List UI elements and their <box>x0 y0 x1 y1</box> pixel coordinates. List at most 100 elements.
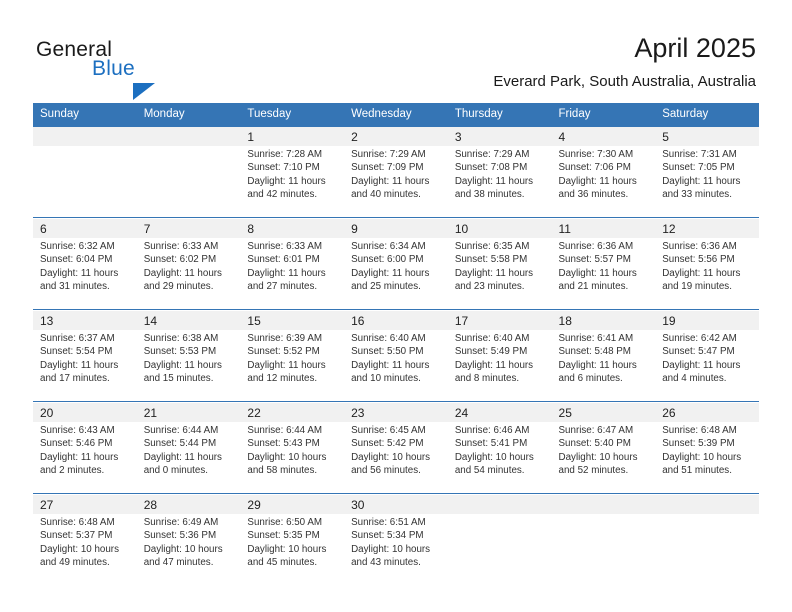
sunrise-text: Sunrise: 6:33 AM <box>143 241 219 252</box>
daylight-text-line1: Daylight: 11 hours <box>558 267 637 279</box>
sunrise-text: Sunrise: 6:33 AM <box>247 241 323 252</box>
day-number: 4 <box>551 127 656 146</box>
day-number <box>447 495 552 514</box>
day-cell[interactable]: Sunrise: 6:42 AM Sunset: 5:47 PM Dayligh… <box>655 330 759 402</box>
sunrise-text: Sunrise: 6:45 AM <box>351 425 426 436</box>
day-cell[interactable]: Sunrise: 6:40 AM Sunset: 5:49 PM Dayligh… <box>447 330 552 402</box>
sunrise-text: Sunrise: 6:48 AM <box>662 425 737 436</box>
day-cell[interactable]: Sunrise: 6:37 AM Sunset: 5:54 PM Dayligh… <box>33 330 137 402</box>
day-cell[interactable]: Sunrise: 6:48 AM Sunset: 5:37 PM Dayligh… <box>33 514 137 585</box>
day-cell[interactable]: Sunrise: 6:38 AM Sunset: 5:53 PM Dayligh… <box>136 330 241 402</box>
daylight-text-line2: and 12 minutes. <box>247 372 318 384</box>
day-number: 21 <box>136 403 241 422</box>
day-cell[interactable]: Sunrise: 7:29 AM Sunset: 7:08 PM Dayligh… <box>447 146 552 218</box>
day-cell[interactable]: Sunrise: 6:50 AM Sunset: 5:35 PM Dayligh… <box>240 514 345 585</box>
page-title: April 2025 <box>634 33 756 63</box>
day-cell[interactable]: Sunrise: 6:45 AM Sunset: 5:42 PM Dayligh… <box>344 422 448 494</box>
daylight-text-line1: Daylight: 10 hours <box>558 451 638 463</box>
daylight-text-line2: and 52 minutes. <box>558 464 629 476</box>
daylight-text-line2: and 31 minutes. <box>40 280 110 292</box>
day-cell[interactable]: Sunrise: 6:47 AM Sunset: 5:40 PM Dayligh… <box>551 422 656 494</box>
daylight-text-line1: Daylight: 11 hours <box>143 267 222 279</box>
day-number: 1 <box>240 127 345 146</box>
day-cell[interactable]: Sunrise: 6:43 AM Sunset: 5:46 PM Dayligh… <box>33 422 137 494</box>
sunrise-text: Sunrise: 7:28 AM <box>247 149 323 160</box>
daylight-text-line2: and 15 minutes. <box>143 372 214 384</box>
day-cell[interactable]: Sunrise: 6:34 AM Sunset: 6:00 PM Dayligh… <box>344 238 448 310</box>
day-cell[interactable]: Sunrise: 6:39 AM Sunset: 5:52 PM Dayligh… <box>240 330 345 402</box>
daylight-text-line1: Daylight: 11 hours <box>662 175 741 187</box>
day-cell[interactable] <box>551 514 656 585</box>
daylight-text-line1: Daylight: 10 hours <box>662 451 742 463</box>
daylight-text-line2: and 4 minutes. <box>662 372 727 384</box>
day-cell[interactable]: Sunrise: 6:33 AM Sunset: 6:02 PM Dayligh… <box>136 238 241 310</box>
day-number: 14 <box>136 311 241 330</box>
page-subtitle: Everard Park, South Australia, Australia <box>493 73 756 90</box>
day-cell[interactable]: Sunrise: 6:49 AM Sunset: 5:36 PM Dayligh… <box>136 514 241 585</box>
day-cell[interactable]: Sunrise: 6:33 AM Sunset: 6:01 PM Dayligh… <box>240 238 345 310</box>
day-cell[interactable]: Sunrise: 6:44 AM Sunset: 5:43 PM Dayligh… <box>240 422 345 494</box>
day-cell[interactable] <box>447 514 552 585</box>
week-2-detail-row: Sunrise: 6:32 AM Sunset: 6:04 PM Dayligh… <box>33 238 759 310</box>
daylight-text-line2: and 27 minutes. <box>247 280 318 292</box>
daylight-text-line1: Daylight: 10 hours <box>454 451 534 463</box>
sunset-text: Sunset: 6:04 PM <box>40 254 113 266</box>
day-cell[interactable]: Sunrise: 6:32 AM Sunset: 6:04 PM Dayligh… <box>33 238 137 310</box>
day-cell[interactable]: Sunrise: 6:36 AM Sunset: 5:56 PM Dayligh… <box>655 238 759 310</box>
daylight-text-line2: and 25 minutes. <box>351 280 421 292</box>
day-number <box>33 127 137 146</box>
day-number: 25 <box>551 403 656 422</box>
daylight-text-line2: and 8 minutes. <box>454 372 520 384</box>
day-cell[interactable]: Sunrise: 6:40 AM Sunset: 5:50 PM Dayligh… <box>344 330 448 402</box>
day-cell[interactable]: Sunrise: 7:28 AM Sunset: 7:10 PM Dayligh… <box>240 146 345 218</box>
daylight-text-line1: Daylight: 11 hours <box>143 359 222 371</box>
day-cell[interactable]: Sunrise: 6:36 AM Sunset: 5:57 PM Dayligh… <box>551 238 656 310</box>
sunrise-text: Sunrise: 6:49 AM <box>143 517 219 528</box>
day-cell[interactable]: Sunrise: 7:29 AM Sunset: 7:09 PM Dayligh… <box>344 146 448 218</box>
sunset-text: Sunset: 5:50 PM <box>351 346 424 358</box>
week-5-daynumber-row: 27 28 29 30 <box>33 495 759 514</box>
sunrise-text: Sunrise: 6:34 AM <box>351 241 426 252</box>
day-cell[interactable] <box>136 146 241 218</box>
week-3-daynumber-row: 13 14 15 16 17 18 19 <box>33 311 759 330</box>
day-cell[interactable]: Sunrise: 6:44 AM Sunset: 5:44 PM Dayligh… <box>136 422 241 494</box>
daylight-text-line2: and 58 minutes. <box>247 464 318 476</box>
daylight-text-line2: and 38 minutes. <box>454 188 525 200</box>
sunrise-text: Sunrise: 6:41 AM <box>558 333 634 344</box>
day-number: 24 <box>447 403 552 422</box>
day-number: 30 <box>344 495 448 514</box>
daylight-text-line1: Daylight: 11 hours <box>143 451 222 463</box>
day-number: 23 <box>344 403 448 422</box>
daylight-text-line1: Daylight: 10 hours <box>351 451 431 463</box>
daylight-text-line2: and 40 minutes. <box>351 188 421 200</box>
sunset-text: Sunset: 5:39 PM <box>662 438 735 450</box>
sunset-text: Sunset: 5:40 PM <box>558 438 631 450</box>
daylight-text-line1: Daylight: 11 hours <box>454 267 534 279</box>
sunset-text: Sunset: 5:42 PM <box>351 438 424 450</box>
day-number: 22 <box>240 403 345 422</box>
sunrise-text: Sunrise: 6:35 AM <box>454 241 530 252</box>
sunset-text: Sunset: 5:54 PM <box>40 346 113 358</box>
sunset-text: Sunset: 5:44 PM <box>143 438 217 450</box>
day-cell[interactable]: Sunrise: 6:46 AM Sunset: 5:41 PM Dayligh… <box>447 422 552 494</box>
sunrise-text: Sunrise: 6:48 AM <box>40 517 115 528</box>
daylight-text-line2: and 33 minutes. <box>662 188 732 200</box>
sunset-text: Sunset: 5:52 PM <box>247 346 320 358</box>
day-number: 3 <box>447 127 552 146</box>
daylight-text-line1: Daylight: 11 hours <box>662 359 741 371</box>
daylight-text-line1: Daylight: 11 hours <box>40 359 119 371</box>
day-cell[interactable]: Sunrise: 6:41 AM Sunset: 5:48 PM Dayligh… <box>551 330 656 402</box>
day-cell[interactable]: Sunrise: 7:31 AM Sunset: 7:05 PM Dayligh… <box>655 146 759 218</box>
sunrise-text: Sunrise: 6:42 AM <box>662 333 737 344</box>
daylight-text-line1: Daylight: 11 hours <box>662 267 741 279</box>
day-cell[interactable]: Sunrise: 6:48 AM Sunset: 5:39 PM Dayligh… <box>655 422 759 494</box>
day-cell[interactable] <box>655 514 759 585</box>
day-number: 6 <box>33 219 137 238</box>
daylight-text-line1: Daylight: 10 hours <box>40 543 119 555</box>
daylight-text-line1: Daylight: 11 hours <box>247 359 326 371</box>
day-cell[interactable]: Sunrise: 6:35 AM Sunset: 5:58 PM Dayligh… <box>447 238 552 310</box>
daylight-text-line2: and 42 minutes. <box>247 188 318 200</box>
day-cell[interactable] <box>33 146 137 218</box>
day-cell[interactable]: Sunrise: 6:51 AM Sunset: 5:34 PM Dayligh… <box>344 514 448 585</box>
day-cell[interactable]: Sunrise: 7:30 AM Sunset: 7:06 PM Dayligh… <box>551 146 656 218</box>
